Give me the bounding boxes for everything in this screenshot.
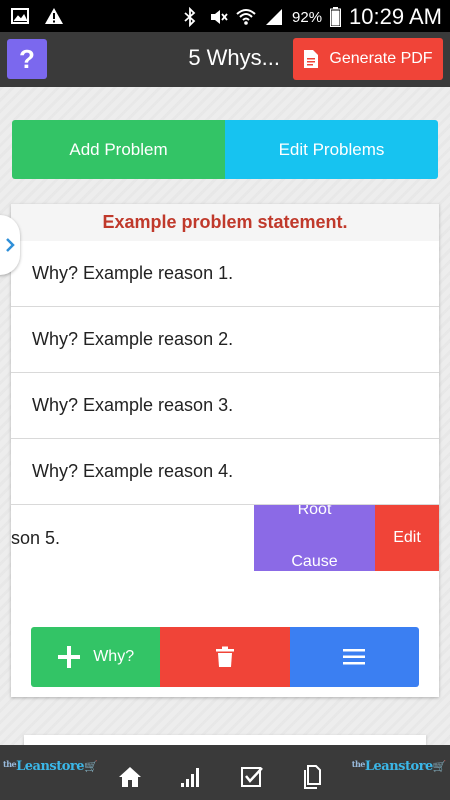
chart-icon[interactable]	[179, 765, 203, 789]
edit-problems-button[interactable]: Edit Problems	[225, 120, 438, 179]
battery-icon	[330, 7, 342, 27]
swiped-reason-text: son 5.	[11, 527, 61, 548]
add-why-button[interactable]: Why?	[31, 627, 161, 687]
add-why-label: Why?	[93, 648, 135, 665]
bottom-nav: theLeanstore🛒 theLeanstore🛒	[0, 745, 450, 800]
edit-reason-button[interactable]: Edit	[375, 505, 439, 571]
reason-item[interactable]: Why? Example reason 1.	[11, 241, 439, 307]
page-title: 5 Whys...	[188, 45, 280, 70]
problem-tabs: Add Problem Edit Problems	[12, 120, 438, 179]
gallery-icon	[11, 8, 29, 24]
help-button[interactable]: ?	[7, 39, 47, 79]
reason-item[interactable]: Why? Example reason 3.	[11, 373, 439, 439]
plus-icon	[58, 646, 81, 668]
documents-icon[interactable]	[301, 765, 325, 789]
chevron-right-icon	[6, 238, 15, 252]
card-actions: Why?	[31, 627, 419, 687]
reason-item-swiped[interactable]: son 5. Root Cause Edit	[11, 505, 439, 571]
menu-icon	[343, 649, 366, 665]
signal-icon	[266, 9, 283, 25]
leanstore-logo: theLeanstore🛒	[3, 759, 98, 774]
root-cause-button[interactable]: Root Cause	[254, 505, 375, 571]
leanstore-logo: theLeanstore🛒	[351, 759, 447, 774]
trash-icon	[215, 646, 234, 667]
main-content: Add Problem Edit Problems Example proble…	[0, 87, 450, 755]
home-icon[interactable]	[118, 765, 142, 789]
problem-statement: Example problem statement.	[11, 204, 439, 241]
reason-item[interactable]: Why? Example reason 2.	[11, 307, 439, 373]
mute-icon	[211, 10, 228, 24]
generate-pdf-button[interactable]: Generate PDF	[293, 38, 443, 80]
bluetooth-icon	[184, 7, 196, 27]
generate-pdf-label: Generate PDF	[329, 50, 433, 67]
root-cause-label-top: Root	[297, 505, 332, 518]
wifi-icon	[236, 9, 256, 25]
document-icon	[304, 50, 319, 68]
delete-button[interactable]	[160, 627, 290, 687]
problem-card: Example problem statement. Why? Example …	[11, 204, 439, 697]
warning-icon	[45, 8, 63, 24]
app-header: ? 5 Whys... Generate PDF	[0, 32, 450, 87]
nav-icons	[118, 765, 325, 789]
checkbox-icon[interactable]	[240, 765, 264, 789]
root-cause-label-bottom: Cause	[291, 553, 338, 570]
status-bar: 92% 10:29 AM	[0, 0, 450, 32]
menu-button[interactable]	[289, 627, 419, 687]
add-problem-button[interactable]: Add Problem	[12, 120, 225, 179]
cart-icon: 🛒	[84, 760, 98, 773]
clock: 10:29 AM	[349, 4, 442, 29]
cart-icon: 🛒	[432, 760, 447, 773]
battery-percent: 92%	[292, 8, 323, 26]
reason-item[interactable]: Why? Example reason 4.	[11, 439, 439, 505]
